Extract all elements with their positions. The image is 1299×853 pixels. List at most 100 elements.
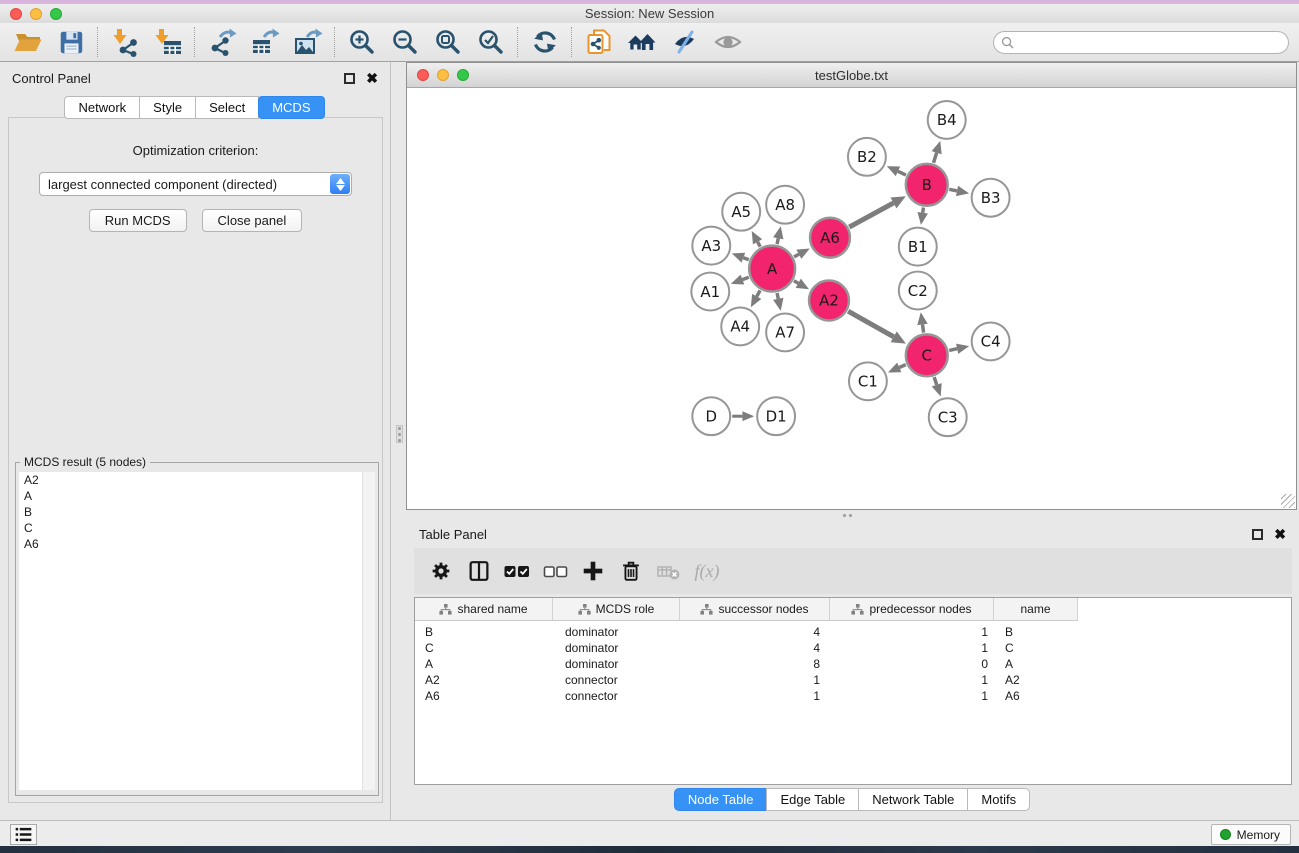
graph-edge-A-A3[interactable] [743, 258, 748, 260]
graph-edge-A2-C[interactable] [848, 311, 894, 337]
close-panel-icon[interactable]: ✖ [366, 73, 378, 84]
graph-edge-A-A1[interactable] [742, 277, 748, 279]
table-cell-shared-name[interactable]: A6 [415, 689, 553, 703]
table-cell-name[interactable]: C [994, 641, 1078, 655]
graph-edge-C-C2[interactable] [922, 324, 923, 332]
table-cell-shared-name[interactable]: A2 [415, 673, 553, 687]
float-panel-icon[interactable] [344, 73, 355, 84]
tab-mcds[interactable]: MCDS [258, 96, 324, 119]
table-cell-mcds-role[interactable]: dominator [553, 641, 680, 655]
table-cell-shared-name[interactable]: C [415, 641, 553, 655]
delete-columns-button[interactable] [612, 552, 650, 590]
list-scrollbar[interactable] [362, 472, 375, 790]
mcds-result-item[interactable]: C [19, 520, 375, 536]
graph-edge-C-C4[interactable] [949, 349, 957, 351]
column-header-predecessor-nodes[interactable]: predecessor nodes [830, 598, 994, 621]
column-header-mcds-role[interactable]: MCDS role [553, 598, 680, 621]
graph-edge-A6-B[interactable] [849, 203, 893, 227]
export-image-button[interactable] [286, 25, 329, 59]
table-cell-successor-nodes[interactable]: 8 [680, 657, 830, 671]
tab-motifs[interactable]: Motifs [967, 788, 1030, 811]
table-cell-successor-nodes[interactable]: 4 [680, 625, 830, 639]
mcds-result-item[interactable]: A [19, 488, 375, 504]
graph-edge-A-A6[interactable] [794, 254, 799, 257]
tab-select[interactable]: Select [195, 96, 259, 119]
table-cell-shared-name[interactable]: B [415, 625, 553, 639]
table-cell-name[interactable]: A [994, 657, 1078, 671]
close-panel-button[interactable]: Close panel [202, 209, 303, 232]
table-cell-mcds-role[interactable]: dominator [553, 625, 680, 639]
graph-edge-B-B2[interactable] [898, 171, 906, 175]
tab-network-table[interactable]: Network Table [858, 788, 968, 811]
function-builder-button[interactable]: f(x) [688, 552, 726, 590]
create-column-button[interactable] [574, 552, 612, 590]
zoom-fit-button[interactable] [426, 25, 469, 59]
table-cell-mcds-role[interactable]: connector [553, 673, 680, 687]
mcds-result-item[interactable]: A6 [19, 536, 375, 552]
table-cell-name[interactable]: A2 [994, 673, 1078, 687]
tab-network[interactable]: Network [64, 96, 140, 119]
column-header-successor-nodes[interactable]: successor nodes [680, 598, 830, 621]
save-session-button[interactable] [49, 25, 92, 59]
table-cell-mcds-role[interactable]: dominator [553, 657, 680, 671]
graph-edge-A-A8[interactable] [777, 238, 778, 244]
zoom-selected-button[interactable] [469, 25, 512, 59]
table-cell-successor-nodes[interactable]: 1 [680, 689, 830, 703]
table-cell-shared-name[interactable]: A [415, 657, 553, 671]
graph-edge-B-B4[interactable] [934, 153, 937, 163]
zoom-out-button[interactable] [383, 25, 426, 59]
refresh-layout-button[interactable] [523, 25, 566, 59]
table-cell-predecessor-nodes[interactable]: 1 [830, 625, 994, 639]
table-cell-name[interactable]: B [994, 625, 1078, 639]
network-window-titlebar[interactable]: testGlobe.txt [407, 63, 1296, 88]
import-network-button[interactable] [103, 25, 146, 59]
table-cell-predecessor-nodes[interactable]: 0 [830, 657, 994, 671]
table-cell-predecessor-nodes[interactable]: 1 [830, 689, 994, 703]
select-all-button[interactable] [498, 552, 536, 590]
delete-table-button[interactable] [650, 552, 688, 590]
tab-edge-table[interactable]: Edge Table [766, 788, 859, 811]
column-header-shared-name[interactable]: shared name [415, 598, 553, 621]
home-overview-button[interactable] [620, 25, 663, 59]
birds-eye-view-button[interactable] [706, 25, 749, 59]
table-cell-predecessor-nodes[interactable]: 1 [830, 673, 994, 687]
memory-button[interactable]: Memory [1211, 824, 1291, 845]
graph-edge-B-B3[interactable] [949, 189, 957, 191]
search-input[interactable] [1018, 34, 1288, 52]
graph-edge-C-C1[interactable] [899, 365, 906, 368]
deselect-all-button[interactable] [536, 552, 574, 590]
panel-splitter-handle[interactable] [396, 425, 403, 443]
graph-edge-A-A7[interactable] [777, 293, 778, 299]
clone-network-button[interactable] [577, 25, 620, 59]
table-row[interactable]: A2connector11A2 [415, 672, 1291, 688]
graph-edge-C-C3[interactable] [934, 377, 937, 385]
graph-edge-A-A5[interactable] [758, 242, 761, 247]
table-row[interactable]: Cdominator41C [415, 640, 1291, 656]
zoom-in-button[interactable] [340, 25, 383, 59]
table-row[interactable]: Bdominator41B [415, 624, 1291, 640]
table-cell-successor-nodes[interactable]: 4 [680, 641, 830, 655]
show-columns-button[interactable] [460, 552, 498, 590]
table-row[interactable]: A6connector11A6 [415, 688, 1291, 704]
mcds-result-item[interactable]: A2 [19, 472, 375, 488]
table-cell-mcds-role[interactable]: connector [553, 689, 680, 703]
import-table-button[interactable] [146, 25, 189, 59]
table-cell-successor-nodes[interactable]: 1 [680, 673, 830, 687]
export-table-button[interactable] [243, 25, 286, 59]
table-mode-button[interactable] [422, 552, 460, 590]
run-mcds-button[interactable]: Run MCDS [89, 209, 187, 232]
horizontal-splitter-handle[interactable] [838, 512, 856, 518]
column-header-name[interactable]: name [994, 598, 1078, 621]
table-row[interactable]: Adominator80A [415, 656, 1291, 672]
criterion-select[interactable]: largest connected component (directed) [39, 172, 352, 196]
resize-grip-icon[interactable] [1281, 494, 1295, 508]
table-cell-predecessor-nodes[interactable]: 1 [830, 641, 994, 655]
tab-style[interactable]: Style [139, 96, 196, 119]
select-stepper-icon[interactable] [330, 174, 350, 194]
close-table-panel-icon[interactable]: ✖ [1274, 529, 1286, 540]
network-canvas[interactable]: B4B2BB3A8A5A6B1A3AA1C2A2A4A7C4CC1DD1C3 [407, 88, 1296, 509]
task-history-button[interactable] [10, 824, 37, 845]
mcds-result-list[interactable]: A2ABCA6 [19, 472, 375, 790]
network-graph[interactable]: B4B2BB3A8A5A6B1A3AA1C2A2A4A7C4CC1DD1C3 [407, 88, 1296, 509]
show-hide-details-button[interactable] [663, 25, 706, 59]
